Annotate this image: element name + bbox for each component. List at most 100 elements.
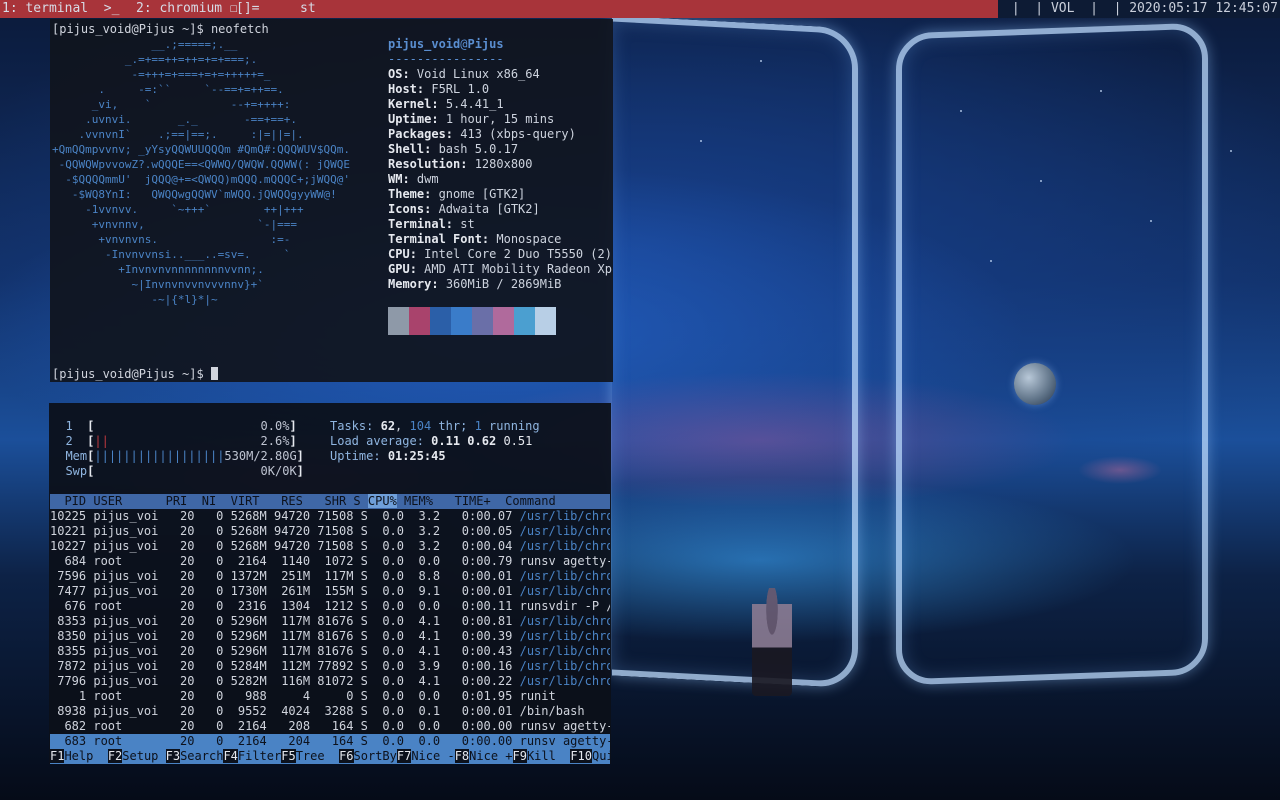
terminal-window-htop[interactable]: 1 [ 0.0%] 2 [|| 2.6%] Mem[||||||||||||||… <box>49 403 611 764</box>
process-row[interactable]: 8350 pijus_voi 20 0 5296M 117M 81676 S 0… <box>50 629 610 644</box>
fkey-key: F7 <box>396 749 412 763</box>
process-fields: 8350 pijus_voi 20 0 5296M 117M 81676 S 0… <box>50 629 520 643</box>
process-row[interactable]: 676 root 20 0 2316 1304 1212 S 0.0 0.0 0… <box>50 599 610 614</box>
wallpaper-figure <box>752 588 792 696</box>
process-command: /usr/lib/chromium <box>519 614 610 628</box>
window-title: st <box>300 1 316 16</box>
fkey-key: F9 <box>512 749 527 763</box>
info-value: Void Linux x86_64 <box>416 67 540 81</box>
process-table-header[interactable]: PID USER PRI NI VIRT RES SHR S CPU% MEM%… <box>50 494 610 509</box>
process-command: /usr/lib/chromium <box>519 629 610 643</box>
process-row[interactable]: 684 root 20 0 2164 1140 1072 S 0.0 0.0 0… <box>50 554 610 569</box>
fkey-label: Tree <box>295 749 340 763</box>
process-row[interactable]: 7796 pijus_voi 20 0 5282M 116M 81072 S 0… <box>50 674 610 689</box>
tag-terminal[interactable]: 1: terminal >_ <box>2 0 119 18</box>
fkey-f2[interactable]: F2Setup <box>107 749 166 763</box>
header-columns[interactable]: PID USER PRI NI VIRT RES SHR S <box>50 494 368 508</box>
process-row[interactable]: 8355 pijus_voi 20 0 5296M 117M 81676 S 0… <box>50 644 610 659</box>
layout-symbol[interactable]: []= <box>236 0 259 18</box>
tasks-label: Tasks: <box>330 419 374 433</box>
fkey-label: Setup <box>122 749 166 763</box>
star <box>760 60 762 62</box>
fkey-f6[interactable]: F6SortBy <box>339 749 397 763</box>
process-row[interactable]: 8353 pijus_voi 20 0 5296M 117M 81676 S 0… <box>50 614 610 629</box>
header-columns-rest[interactable]: MEM% TIME+ Command <box>397 494 556 508</box>
process-row[interactable]: 10221 pijus_voi 20 0 5268M 94720 71508 S… <box>50 524 610 539</box>
void-linux-ascii-logo: __.;=====;.__ _.=+==++=++=+=+===;. -=+++… <box>52 38 351 306</box>
process-command: runsv agetty-hvc0 <box>519 554 610 568</box>
process-row[interactable]: 7477 pijus_voi 20 0 1730M 261M 155M S 0.… <box>50 584 610 599</box>
mem-bars: |||||||||||||||||| <box>94 449 225 463</box>
fkey-key: F6 <box>339 749 354 763</box>
color-swatch <box>535 307 556 335</box>
star <box>990 260 992 262</box>
info-row: Packages: 413 (xbps-query) <box>388 127 576 141</box>
tag-chromium[interactable]: 2: chromium ☐ <box>136 0 238 18</box>
process-fields: 8938 pijus_voi 20 0 9552 4024 3288 S 0.0… <box>50 704 520 718</box>
load-average-line: Load average: 0.11 0.62 0.51 <box>330 434 532 449</box>
process-command: /usr/lib/chromium <box>519 524 610 538</box>
threads-label: thr; <box>438 419 468 433</box>
info-row: Uptime: 1 hour, 15 mins <box>388 112 555 126</box>
process-row[interactable]: 1 root 20 0 988 4 0 S 0.0 0.0 0:01.95 ru… <box>50 689 610 704</box>
info-value: AMD ATI Mobility Radeon Xp <box>424 262 612 276</box>
info-value: Intel Core 2 Duo T5550 (2) <box>424 247 612 261</box>
info-value: 360MiB / 2869MiB <box>445 277 562 291</box>
color-swatch <box>388 307 409 335</box>
fkey-f1[interactable]: F1Help <box>50 749 108 763</box>
cpu1-label: 1 <box>65 419 73 433</box>
info-row: OS: Void Linux x86_64 <box>388 67 540 81</box>
info-key: Theme <box>388 187 425 201</box>
fkey-label: Help <box>64 749 108 763</box>
fkey-key: F2 <box>107 749 123 763</box>
uptime-value: 01:25:45 <box>387 449 446 463</box>
info-key: Terminal <box>388 217 446 231</box>
star <box>960 110 962 112</box>
process-row[interactable]: 682 root 20 0 2164 208 164 S 0.0 0.0 0:0… <box>50 719 610 734</box>
cpu1-percent: 0.0% <box>260 419 290 433</box>
fkey-f10[interactable]: F10Quit <box>570 749 610 763</box>
fkey-f9[interactable]: F9Kill <box>512 749 571 763</box>
fkey-f8[interactable]: F8Nice + <box>454 749 513 763</box>
info-row: GPU: AMD ATI Mobility Radeon Xp <box>388 262 612 276</box>
process-row[interactable]: 7596 pijus_voi 20 0 1372M 251M 117M S 0.… <box>50 569 610 584</box>
color-swatch <box>472 307 493 335</box>
color-swatch <box>409 307 430 335</box>
process-row[interactable]: 8938 pijus_voi 20 0 9552 4024 3288 S 0.0… <box>50 704 610 719</box>
info-key: Memory <box>388 277 432 291</box>
process-fields: 684 root 20 0 2164 1140 1072 S 0.0 0.0 0… <box>50 554 520 568</box>
info-key: WM <box>388 172 403 186</box>
uptime-line: Uptime: 01:25:45 <box>330 449 446 464</box>
info-value: Monospace <box>496 232 562 246</box>
info-value: Adwaita [GTK2] <box>438 202 540 216</box>
info-value: dwm <box>416 172 439 186</box>
star <box>700 140 702 142</box>
hostname: Pijus <box>467 37 504 51</box>
process-row[interactable]: 7872 pijus_voi 20 0 5284M 112M 77892 S 0… <box>50 659 610 674</box>
process-fields: 7477 pijus_voi 20 0 1730M 261M 155M S 0.… <box>50 584 520 598</box>
process-fields: 10225 pijus_voi 20 0 5268M 94720 71508 S… <box>50 509 520 523</box>
process-fields: 8355 pijus_voi 20 0 5296M 117M 81676 S 0… <box>50 644 520 658</box>
load-1min: 0.11 <box>431 434 461 448</box>
fkey-f3[interactable]: F3Search <box>165 749 223 763</box>
info-value: 413 (xbps-query) <box>460 127 576 141</box>
fkey-f4[interactable]: F4Filter <box>223 749 281 763</box>
process-row[interactable]: 10225 pijus_voi 20 0 5268M 94720 71508 S… <box>50 509 610 524</box>
mem-label: Mem <box>65 449 88 463</box>
process-command: /usr/lib/chromium <box>519 569 610 583</box>
process-row[interactable]: 683 root 20 0 2164 204 164 S 0.0 0.0 0:0… <box>50 734 610 749</box>
fkey-f7[interactable]: F7Nice - <box>396 749 455 763</box>
fkey-f5[interactable]: F5Tree <box>281 749 339 763</box>
cpu2-percent: 2.6% <box>260 434 290 448</box>
info-row: Kernel: 5.4.41_1 <box>388 97 504 111</box>
header-cpu-sorted[interactable]: CPU% <box>367 494 397 508</box>
terminal-window-neofetch[interactable]: [pijus_void@Pijus ~]$ neofetch __.;=====… <box>50 19 613 382</box>
info-row: WM: dwm <box>388 172 439 186</box>
process-row[interactable]: 10227 pijus_voi 20 0 5268M 94720 71508 S… <box>50 539 610 554</box>
running-label: running <box>489 419 540 433</box>
swap-text: 0K/0K <box>260 464 297 478</box>
info-row: Icons: Adwaita [GTK2] <box>388 202 540 216</box>
process-command: runsv agetty-tty3 <box>519 719 610 733</box>
shell-prompt-idle[interactable]: [pijus_void@Pijus ~]$ <box>52 367 218 381</box>
process-command: runit <box>519 689 556 703</box>
